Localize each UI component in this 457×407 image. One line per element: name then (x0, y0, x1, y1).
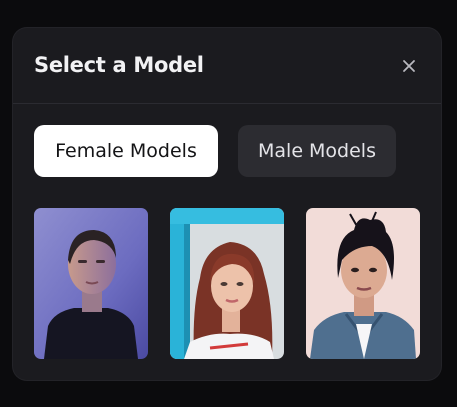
model-photo-3 (306, 208, 420, 359)
model-card-1[interactable] (34, 208, 148, 359)
dialog-header: Select a Model (13, 28, 441, 104)
close-icon (403, 60, 415, 72)
model-photo-2 (170, 208, 284, 359)
tab-male-models[interactable]: Male Models (238, 125, 396, 177)
tab-female-models-label: Female Models (55, 140, 197, 162)
model-card-3[interactable] (306, 208, 420, 359)
tab-female-models[interactable]: Female Models (34, 125, 218, 177)
close-button[interactable] (397, 54, 421, 78)
model-photo-1 (34, 208, 148, 359)
dialog-title: Select a Model (34, 53, 204, 77)
tab-male-models-label: Male Models (258, 140, 376, 162)
select-model-dialog: Select a Model Female Models Male Models (13, 28, 441, 380)
model-card-2[interactable] (170, 208, 284, 359)
